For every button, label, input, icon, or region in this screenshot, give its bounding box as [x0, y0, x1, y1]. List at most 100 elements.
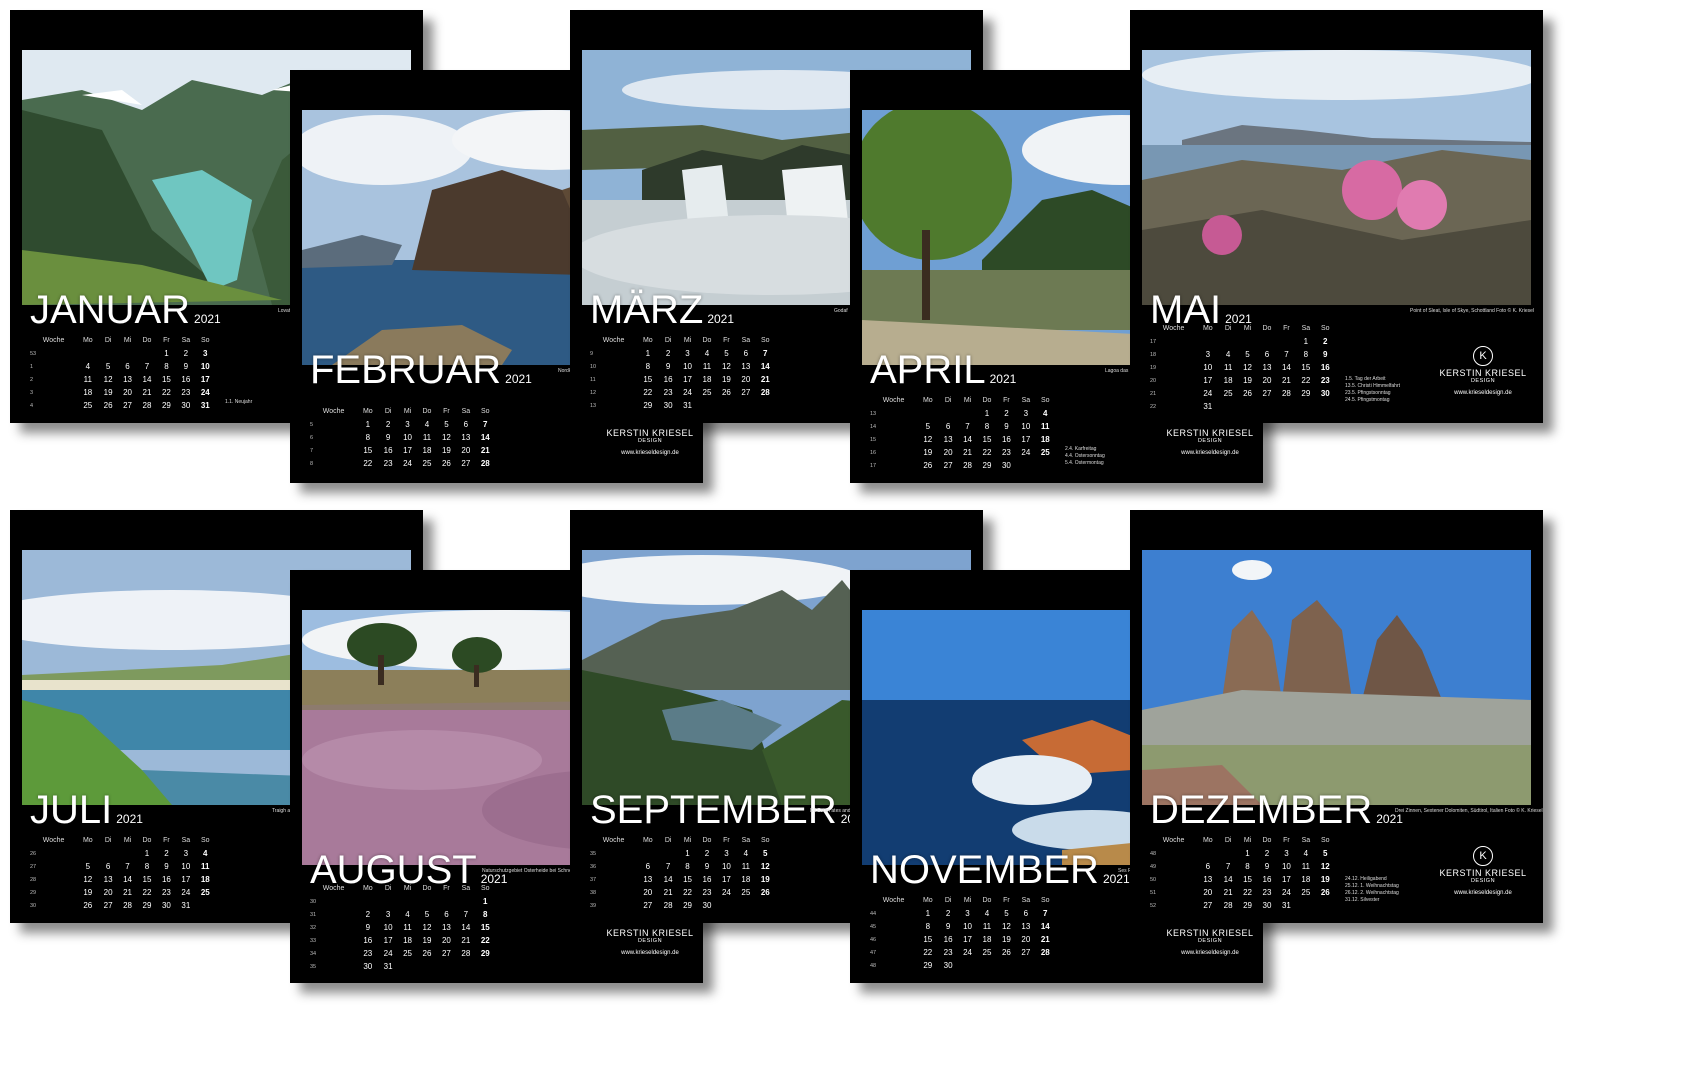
photo-mai — [1142, 50, 1531, 305]
day-cell: 11 — [1301, 862, 1310, 871]
day-cell — [1197, 335, 1218, 348]
day-cell: 30 — [1262, 901, 1272, 910]
day-cell: 18 — [1223, 376, 1233, 385]
day-cell — [1238, 400, 1257, 413]
day-cell — [1197, 847, 1218, 860]
day-cell: 4 — [704, 349, 710, 358]
day-cell: 6 — [1205, 862, 1211, 871]
day-cell: 15 — [923, 935, 933, 944]
day-cell: 19 — [103, 388, 113, 397]
calendar-week-row: 35 30 31 — [310, 960, 495, 973]
calendar-week-row: 1 4 5 6 7 8 9 10 — [30, 360, 215, 373]
calendar-grid-september: Woche Mo Di Mi Do Fr Sa So 35 1 2 3 4 5 36 6 7 8 9 10 11 12 3… — [590, 834, 775, 912]
day-cell — [1218, 847, 1237, 860]
day-cell: 13 — [1021, 922, 1031, 931]
day-cell: 14 — [760, 362, 770, 371]
day-cell: 14 — [142, 375, 152, 384]
day-cell: 12 — [422, 923, 432, 932]
day-cell: 18 — [1040, 435, 1050, 444]
calendar-week-row: 5 1 2 3 4 5 6 7 — [310, 418, 495, 431]
day-cell — [77, 847, 98, 860]
day-cell: 14 — [480, 433, 490, 442]
week-number: 17 — [1150, 338, 1157, 345]
day-cell: 15 — [1243, 875, 1252, 884]
weekday-header: Woche Mo Di Mi Do Fr Sa So — [882, 897, 1050, 904]
day-cell: 6 — [645, 862, 651, 871]
day-cell: 3 — [1205, 350, 1211, 359]
week-number: 51 — [1150, 889, 1157, 896]
day-cell — [717, 899, 736, 912]
day-cell — [437, 960, 456, 973]
day-cell: 22 — [1301, 376, 1311, 385]
day-cell: 24 — [683, 388, 692, 397]
day-cell: 14 — [1281, 363, 1291, 372]
day-cell — [476, 960, 495, 973]
weekday-header: Woche Mo Di Mi Do Fr Sa So — [1162, 837, 1330, 844]
day-cell: 21 — [760, 375, 770, 384]
day-cell: 26 — [760, 888, 770, 897]
day-cell: 8 — [144, 862, 150, 871]
day-cell: 3 — [1023, 409, 1029, 418]
calendar-week-row: 27 5 6 7 8 9 10 11 — [30, 860, 215, 873]
calendar-week-row: 26 1 2 3 4 — [30, 847, 215, 860]
day-cell: 14 — [1040, 922, 1050, 931]
day-cell: 25 — [982, 948, 992, 957]
holiday-list-januar: 1.1. Neujahr — [225, 399, 253, 405]
day-cell: 22 — [643, 388, 653, 397]
day-cell: 22 — [1243, 888, 1252, 897]
day-cell: 16 — [663, 375, 673, 384]
photo-dezember — [1142, 550, 1531, 805]
calendar-week-row: 17 1 2 — [1150, 335, 1335, 348]
calendar-week-row: 20 17 18 19 20 21 22 23 — [1150, 374, 1335, 387]
day-cell: 3 — [965, 909, 970, 918]
calendar-week-row: 9 1 2 3 4 5 6 7 — [590, 347, 775, 360]
day-cell: 1 — [1245, 849, 1250, 858]
day-cell: 20 — [1203, 888, 1213, 897]
week-number: 18 — [1150, 351, 1157, 358]
weekday-header: Woche Mo Di Mi Do Fr Sa So — [42, 337, 210, 344]
day-cell: 20 — [461, 446, 471, 455]
day-cell: 12 — [1001, 922, 1011, 931]
week-number: 1 — [30, 363, 34, 370]
weekday-header: Woche Mo Di Mi Do Fr Sa So — [882, 397, 1050, 404]
calendar-week-row: 34 23 24 25 26 27 28 29 — [310, 947, 495, 960]
calendar-week-row: 52 27 28 29 30 31 — [1150, 899, 1335, 912]
calendar-grid-april: Woche Mo Di Mi Do Fr Sa So 13 1 2 3 4 14 5 6 7 8 9 10 11 15 1… — [870, 394, 1055, 472]
week-number: 12 — [590, 389, 597, 396]
calendar-week-row: 48 1 2 3 4 5 — [1150, 847, 1335, 860]
day-cell: 23 — [1001, 448, 1011, 457]
day-cell: 2 — [665, 349, 671, 358]
day-cell: 2 — [365, 910, 371, 919]
day-cell: 23 — [663, 388, 673, 397]
week-number: 13 — [590, 402, 597, 409]
day-cell: 13 — [741, 362, 751, 371]
day-cell: 11 — [403, 923, 412, 932]
day-cell: 10 — [383, 923, 393, 932]
day-cell: 7 — [763, 349, 768, 358]
week-number: 45 — [870, 923, 877, 930]
day-cell: 18 — [1301, 875, 1311, 884]
photo-caption-mai: Point of Sleat, Isle of Skye, Schottland… — [1410, 308, 1535, 314]
day-cell: 12 — [83, 875, 93, 884]
day-cell: 16 — [161, 875, 171, 884]
day-cell: 7 — [463, 910, 469, 919]
week-number: 10 — [590, 363, 597, 370]
day-cell: 16 — [383, 446, 393, 455]
week-number: 28 — [30, 876, 37, 883]
week-number: 21 — [1150, 390, 1157, 397]
week-number: 29 — [30, 889, 37, 896]
day-cell: 27 — [943, 461, 953, 470]
day-cell: 11 — [1041, 422, 1050, 431]
day-cell: 27 — [103, 901, 113, 910]
calendar-week-row: 44 1 2 3 4 5 6 7 — [870, 907, 1055, 920]
day-cell: 15 — [982, 435, 992, 444]
day-cell: 5 — [1323, 849, 1328, 858]
calendar-week-row: 36 6 7 8 9 10 11 12 — [590, 860, 775, 873]
day-cell: 28 — [1281, 389, 1291, 398]
day-cell: 23 — [363, 949, 373, 958]
weekday-header: Woche Mo Di Mi Do Fr Sa So — [602, 337, 770, 344]
day-cell: 5 — [724, 349, 729, 358]
day-cell: 22 — [480, 936, 490, 945]
brand-logo-icon: K — [1473, 346, 1493, 366]
calendar-grid-juli: Woche Mo Di Mi Do Fr Sa So 26 1 2 3 4 27 5 6 7 8 9 10 11 28 1… — [30, 834, 215, 912]
